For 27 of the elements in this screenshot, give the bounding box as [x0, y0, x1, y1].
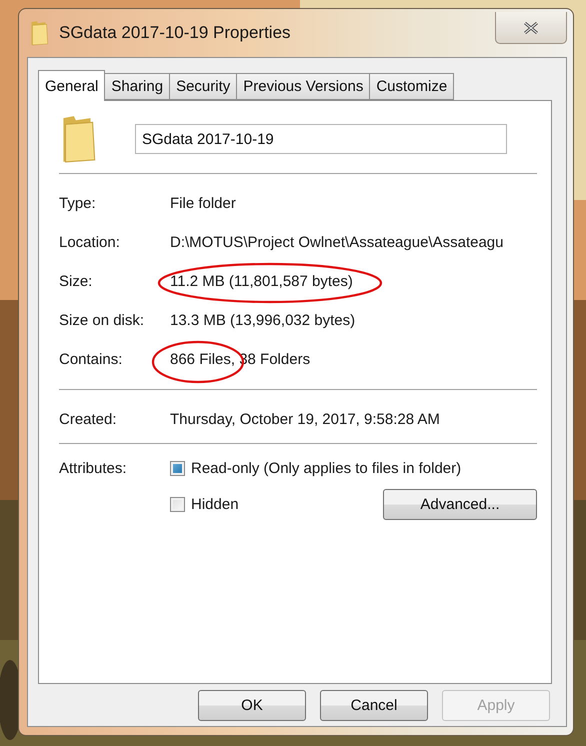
tab[interactable]: Sharing [104, 73, 170, 100]
field-value: D:\MOTUS\Project Owlnet\Assateague\Assateagu [170, 234, 504, 251]
name-field[interactable]: SGdata 2017-10-19 [135, 124, 507, 154]
dialog-button[interactable]: Cancel [320, 690, 428, 721]
attribute-checkbox[interactable]: Read-only (Only applies to files in folder) [170, 460, 462, 477]
close-icon [522, 20, 540, 34]
field-label: Type: [59, 195, 97, 212]
field-value: 11.2 MB (11,801,587 bytes) [170, 273, 353, 290]
field-value: 13.3 MB (13,996,032 bytes) [170, 312, 356, 329]
field-label: Size on disk: [59, 312, 146, 329]
field-value: Thursday, October 19, 2017, 9:58:28 AM [170, 411, 441, 428]
attribute-checkbox[interactable]: Hidden [170, 496, 239, 513]
field-value: File folder [170, 195, 236, 212]
field-label: Location: [59, 234, 121, 251]
close-button[interactable] [495, 12, 567, 44]
dialog-button[interactable]: OK [198, 690, 306, 721]
folder-icon [29, 20, 49, 46]
field-label: Contains: [59, 351, 124, 368]
field-label: Attributes: [59, 459, 128, 477]
tab[interactable]: General [38, 70, 106, 101]
window-title: SGdata 2017-10-19 Properties [59, 23, 292, 43]
field-label: Size: [59, 273, 94, 290]
field-label: Created: [59, 411, 118, 428]
advanced-button[interactable]: Advanced... [383, 489, 537, 520]
tab[interactable]: Security [169, 73, 238, 100]
tab[interactable]: Customize [369, 73, 454, 100]
tab[interactable]: Previous Versions [236, 73, 370, 100]
